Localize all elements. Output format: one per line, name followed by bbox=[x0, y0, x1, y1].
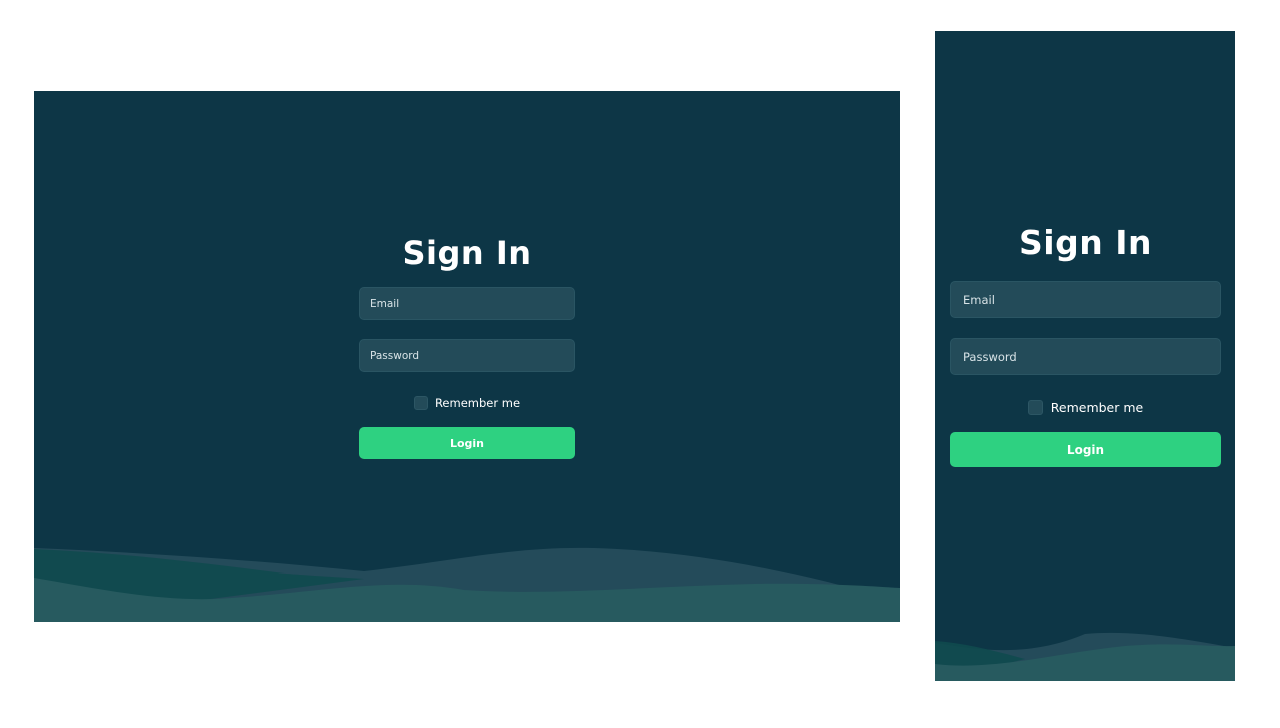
desktop-login-screen: Sign In Email Password Remember me Login bbox=[34, 91, 900, 622]
canvas: Sign In Email Password Remember me Login… bbox=[0, 0, 1280, 728]
remember-me-label: Remember me bbox=[434, 396, 521, 410]
email-field[interactable]: Email bbox=[950, 281, 1221, 318]
remember-me-checkbox[interactable] bbox=[413, 396, 428, 410]
login-button[interactable]: Login bbox=[950, 432, 1221, 467]
email-field[interactable]: Email bbox=[359, 287, 575, 320]
desktop-sign-in-form: Sign In Email Password Remember me Login bbox=[359, 231, 575, 459]
mobile-login-screen: Sign In Email Password Remember me Login bbox=[935, 31, 1235, 681]
remember-me-option[interactable]: Remember me bbox=[413, 396, 521, 410]
password-placeholder: Password bbox=[370, 349, 420, 362]
remember-me-option[interactable]: Remember me bbox=[1027, 400, 1144, 415]
page-title: Sign In bbox=[402, 234, 532, 272]
email-placeholder: Email bbox=[963, 292, 995, 307]
mobile-sign-in-form: Sign In Email Password Remember me Login bbox=[950, 221, 1221, 467]
login-button[interactable]: Login bbox=[359, 427, 575, 459]
password-field[interactable]: Password bbox=[359, 339, 575, 372]
password-field[interactable]: Password bbox=[950, 338, 1221, 375]
password-placeholder: Password bbox=[963, 349, 1017, 364]
email-placeholder: Email bbox=[370, 297, 400, 310]
remember-me-label: Remember me bbox=[1050, 400, 1144, 415]
page-title: Sign In bbox=[1019, 223, 1152, 262]
remember-me-checkbox[interactable] bbox=[1027, 400, 1043, 415]
